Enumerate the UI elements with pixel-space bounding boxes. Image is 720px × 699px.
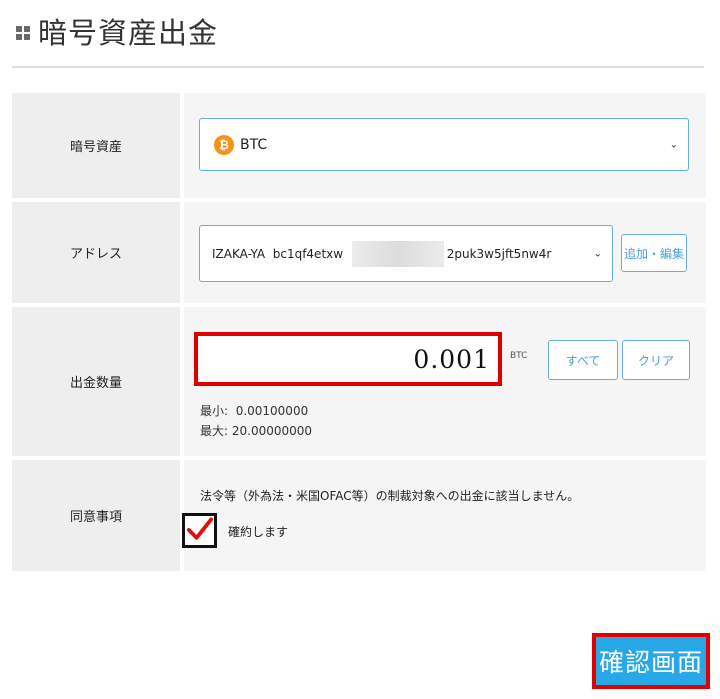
asset-select[interactable]: ₿ BTC ⌄ (199, 118, 689, 171)
address-end: 2puk3w5jft5nw4r (446, 246, 552, 261)
consent-checkbox[interactable] (182, 513, 217, 548)
address-select-value: IZAKA-YA bc1qf4etxw 2puk3w5jft5nw4r (212, 240, 552, 267)
amount-limits: 最小: 0.00100000 最大: 20.00000000 (200, 401, 312, 441)
withdrawal-form: 暗号資産 ₿ BTC ⌄ アドレス IZAKA-YA bc1qf4etxw 2p… (12, 93, 706, 575)
asset-label: 暗号資産 (12, 93, 184, 198)
amount-input[interactable]: 0.001 (194, 332, 502, 386)
asset-select-value: BTC (240, 136, 268, 153)
bitcoin-icon: ₿ (214, 134, 234, 155)
chevron-down-icon: ⌄ (593, 248, 602, 259)
clear-amount-button[interactable]: クリア (622, 340, 690, 380)
add-edit-address-button[interactable]: 追加・編集 (621, 234, 687, 272)
amount-unit: BTC (510, 351, 528, 361)
chevron-down-icon: ⌄ (669, 139, 678, 150)
consent-label: 同意事項 (12, 460, 184, 571)
address-redaction (352, 240, 444, 267)
confirm-button[interactable]: 確認画面 (592, 633, 710, 689)
page-title: 暗号資産出金 (38, 16, 219, 50)
address-start: bc1qf4etxw (272, 246, 344, 261)
address-name: IZAKA-YA (212, 246, 266, 261)
address-select[interactable]: IZAKA-YA bc1qf4etxw 2puk3w5jft5nw4r ⌄ (199, 225, 613, 282)
checkmark-icon (186, 516, 214, 540)
amount-label: 出金数量 (12, 307, 184, 456)
address-label: アドレス (12, 202, 184, 303)
consent-checkbox-label[interactable]: 確約します (228, 523, 288, 540)
amount-row: 出金数量 0.001 BTC すべて クリア 最小: 0.00100000 最大… (12, 307, 706, 460)
grid-icon (16, 26, 30, 40)
minimum-amount: 最小: 0.00100000 (200, 404, 309, 418)
page-header: 暗号資産出金 (12, 6, 704, 68)
asset-row: 暗号資産 ₿ BTC ⌄ (12, 93, 706, 202)
maximum-amount: 最大: 20.00000000 (200, 424, 313, 438)
address-row: アドレス IZAKA-YA bc1qf4etxw 2puk3w5jft5nw4r… (12, 202, 706, 307)
consent-statement: 法令等（外為法・米国OFAC等）の制裁対象への出金に該当しません。 (200, 489, 580, 503)
consent-row: 同意事項 法令等（外為法・米国OFAC等）の制裁対象への出金に該当しません。 確… (12, 460, 706, 575)
all-amount-button[interactable]: すべて (548, 340, 618, 380)
